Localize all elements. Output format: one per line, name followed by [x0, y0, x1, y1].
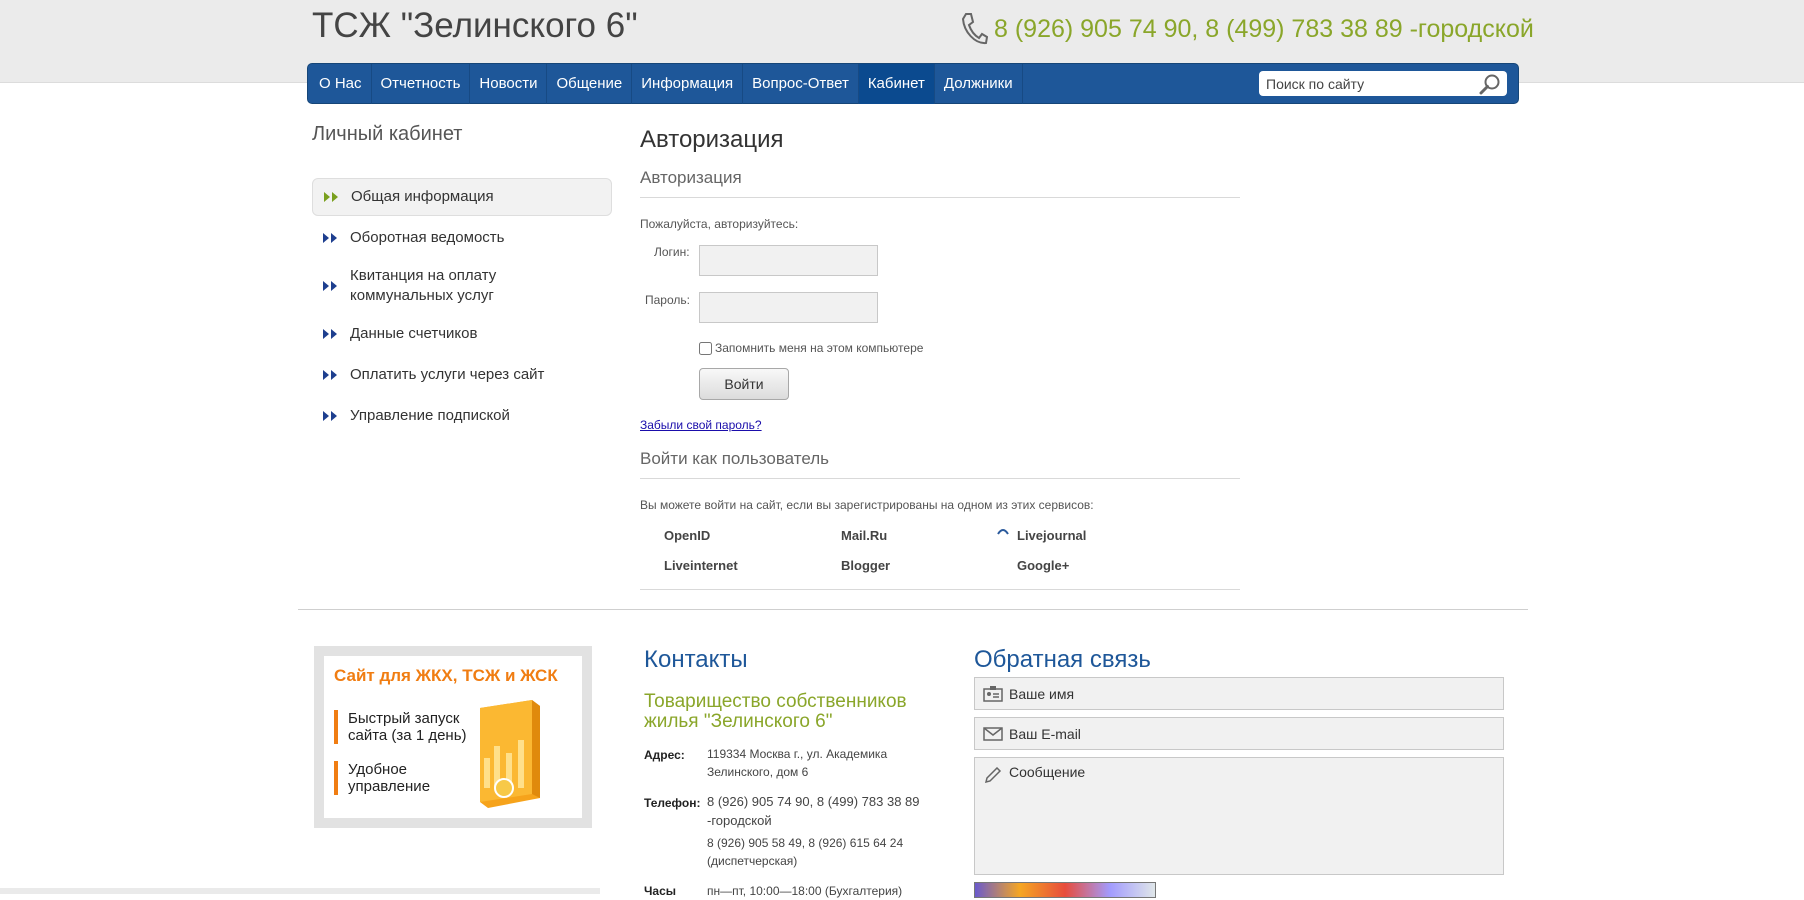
- remember-checkbox[interactable]: [699, 341, 712, 355]
- double-chevron-icon: [323, 411, 337, 421]
- sidebar-item-label: Данные счетчиков: [350, 325, 478, 342]
- header-phone: 8 (926) 905 74 90, 8 (499) 783 38 89 -го…: [960, 12, 1534, 46]
- nav-item-reports[interactable]: Отчетность: [372, 64, 471, 104]
- double-chevron-icon: [324, 192, 338, 202]
- nav-item-community[interactable]: Общение: [547, 64, 633, 104]
- phone-number: 8 (926) 905 74 90, 8 (499) 783 38 89 -го…: [994, 14, 1534, 43]
- service-blogger[interactable]: Blogger: [841, 558, 890, 573]
- sidebar-item-label: Оплатить услуги через сайт: [350, 366, 545, 383]
- double-chevron-icon: [323, 370, 337, 380]
- captcha-image: [974, 882, 1156, 898]
- main-nav: О Нас Отчетность Новости Общение Информа…: [307, 63, 1519, 104]
- phone-value-dispatch: 8 (926) 905 58 49, 8 (926) 615 64 24 (ди…: [707, 836, 904, 868]
- feedback-email-input[interactable]: [1009, 718, 1489, 749]
- service-openid[interactable]: OpenID: [664, 528, 710, 543]
- nav-item-debtors[interactable]: Должники: [935, 64, 1023, 104]
- sidebar-title: Личный кабинет: [312, 123, 463, 145]
- phone-icon: [961, 13, 988, 45]
- feedback-message-input[interactable]: [1009, 764, 1489, 868]
- livejournal-icon: [997, 529, 1009, 535]
- double-chevron-icon: [323, 281, 337, 291]
- organization-name: Товарищество собственников жилья "Зелинс…: [644, 691, 907, 732]
- sidebar-item-label: Оборотная ведомость: [350, 229, 505, 246]
- site-title[interactable]: ТСЖ "Зелинского 6": [312, 6, 638, 46]
- double-chevron-icon: [323, 329, 337, 339]
- envelope-icon: [983, 727, 1003, 741]
- login-field[interactable]: [699, 245, 878, 276]
- social-login-description: Вы можете войти на сайт, если вы зарегис…: [640, 498, 1094, 512]
- nav-item-information[interactable]: Информация: [632, 64, 744, 104]
- footer-divider: [298, 609, 1528, 610]
- pencil-icon: [984, 767, 1002, 783]
- hours-label: Часы: [644, 884, 677, 898]
- sidebar-item-pay-online[interactable]: Оплатить услуги через сайт: [312, 356, 612, 394]
- auth-prompt: Пожалуйста, авторизуйтесь:: [640, 217, 799, 231]
- sidebar-item-label: Управление подпиской: [350, 407, 510, 424]
- nav-item-faq[interactable]: Вопрос-Ответ: [743, 64, 859, 104]
- phone-value-main: 8 (926) 905 74 90, 8 (499) 783 38 89 -го…: [707, 794, 920, 828]
- promo-banner[interactable]: Сайт для ЖКХ, ТСЖ и ЖСК Быстрый запуск с…: [314, 646, 592, 828]
- product-box-image: [480, 700, 540, 808]
- sidebar-item-general-info[interactable]: Общая информация: [312, 178, 612, 216]
- search-icon[interactable]: [1479, 73, 1501, 95]
- promo-feature-easy-management: Удобное управление: [334, 761, 430, 795]
- service-google-plus[interactable]: Google+: [1017, 558, 1069, 573]
- auth-section-title: Авторизация: [640, 168, 742, 187]
- sidebar-menu: Общая информация Оборотная ведомость Кви…: [312, 178, 612, 438]
- login-button[interactable]: Войти: [699, 368, 789, 400]
- service-liveinternet[interactable]: Liveinternet: [664, 558, 738, 573]
- sidebar-item-receipt[interactable]: Квитанция на оплату коммунальных услуг: [312, 260, 612, 312]
- nav-item-cabinet[interactable]: Кабинет: [858, 64, 935, 104]
- sidebar-item-subscription[interactable]: Управление подпиской: [312, 394, 612, 438]
- login-label: Логин:: [654, 245, 690, 259]
- horizontal-scrollbar[interactable]: [0, 888, 600, 894]
- feedback-name-field: [974, 677, 1504, 710]
- address-label: Адрес:: [644, 748, 685, 762]
- feedback-title: Обратная связь: [974, 646, 1151, 673]
- password-field[interactable]: [699, 292, 878, 323]
- hours-value: пн—пт, 10:00—18:00 (Бухгалтерия): [707, 884, 903, 898]
- password-label: Пароль:: [645, 293, 690, 307]
- promo-title: Сайт для ЖКХ, ТСЖ и ЖСК: [334, 666, 558, 685]
- feedback-message-field: [974, 757, 1504, 875]
- phone-label: Телефон:: [644, 796, 701, 810]
- divider: [640, 589, 1240, 590]
- contacts-title: Контакты: [644, 646, 748, 673]
- sidebar-item-turnover[interactable]: Оборотная ведомость: [312, 216, 612, 260]
- feedback-name-input[interactable]: [1009, 678, 1489, 709]
- sidebar-item-meters[interactable]: Данные счетчиков: [312, 312, 612, 356]
- search-input[interactable]: [1259, 71, 1469, 96]
- address-value: 119334 Москва г., ул. Академика Зелинско…: [707, 747, 888, 779]
- remember-label: Запомнить меня на этом компьютере: [715, 341, 924, 355]
- nav-item-about[interactable]: О Нас: [310, 64, 372, 104]
- divider: [640, 478, 1240, 479]
- search-box: [1259, 71, 1507, 96]
- page-title: Авторизация: [640, 126, 784, 153]
- promo-feature-fast-launch: Быстрый запуск сайта (за 1 день): [334, 710, 467, 744]
- id-card-icon: [983, 686, 1003, 702]
- service-livejournal[interactable]: Livejournal: [1017, 528, 1086, 543]
- sidebar-item-label: Общая информация: [351, 188, 494, 205]
- nav-item-news[interactable]: Новости: [470, 64, 548, 104]
- double-chevron-icon: [323, 233, 337, 243]
- sidebar-item-label: Квитанция на оплату коммунальных услуг: [350, 267, 497, 304]
- divider: [640, 197, 1240, 198]
- service-mailru[interactable]: Mail.Ru: [841, 528, 887, 543]
- feedback-email-field: [974, 717, 1504, 750]
- remember-me[interactable]: Запомнить меня на этом компьютере: [699, 341, 923, 355]
- social-login-title: Войти как пользователь: [640, 449, 830, 468]
- forgot-password-link[interactable]: Забыли свой пароль?: [640, 418, 762, 432]
